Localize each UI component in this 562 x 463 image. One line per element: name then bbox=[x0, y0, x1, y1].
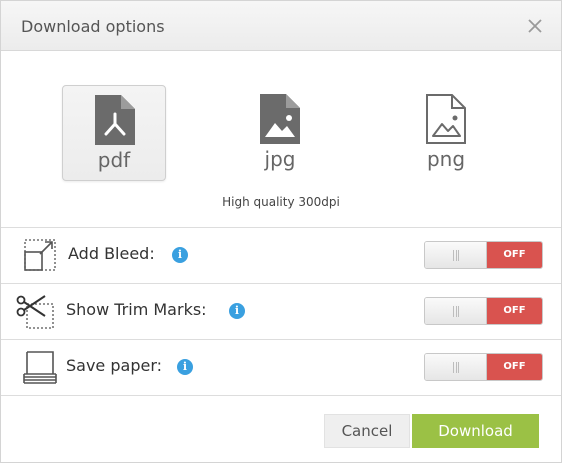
cancel-button[interactable]: Cancel bbox=[324, 414, 410, 448]
toggle-off-label: OFF bbox=[487, 298, 542, 324]
toggle-off-label: OFF bbox=[487, 242, 542, 268]
quality-note: High quality 300dpi bbox=[222, 195, 340, 209]
save-paper-toggle[interactable]: OFF bbox=[424, 353, 543, 381]
download-button[interactable]: Download bbox=[412, 414, 539, 448]
toggle-knob bbox=[425, 242, 487, 268]
info-icon[interactable]: i bbox=[172, 247, 188, 263]
toggle-off-label: OFF bbox=[487, 354, 542, 380]
dialog-header: Download options bbox=[1, 1, 561, 51]
format-jpg-button[interactable]: jpg bbox=[228, 85, 332, 181]
format-png-button[interactable]: png bbox=[394, 85, 498, 181]
scissors-trim-icon bbox=[15, 292, 57, 334]
info-icon[interactable]: i bbox=[177, 359, 193, 375]
format-selector: pdf jpg png High quality 300dpi bbox=[1, 52, 561, 227]
option-save-paper: Save paper: i OFF bbox=[1, 339, 561, 395]
save-paper-label: Save paper: bbox=[66, 356, 163, 375]
add-bleed-label: Add Bleed: bbox=[68, 244, 155, 263]
add-bleed-toggle[interactable]: OFF bbox=[424, 241, 543, 269]
info-icon[interactable]: i bbox=[229, 303, 245, 319]
show-trim-marks-label: Show Trim Marks: bbox=[66, 300, 207, 319]
paper-stack-icon bbox=[21, 348, 59, 390]
option-add-bleed: Add Bleed: i OFF bbox=[1, 227, 561, 283]
option-show-trim-marks: Show Trim Marks: i OFF bbox=[1, 283, 561, 339]
download-options-dialog: Download options pdf jpg png High qualit… bbox=[0, 0, 562, 463]
bleed-icon bbox=[23, 236, 57, 276]
image-file-outline-icon bbox=[426, 94, 466, 144]
show-trim-marks-toggle[interactable]: OFF bbox=[424, 297, 543, 325]
format-png-label: png bbox=[426, 147, 466, 171]
pdf-file-icon bbox=[95, 95, 135, 145]
format-jpg-label: jpg bbox=[264, 147, 296, 171]
toggle-knob bbox=[425, 298, 487, 324]
format-pdf-button[interactable]: pdf bbox=[62, 85, 166, 181]
dialog-footer: Cancel Download bbox=[1, 395, 561, 462]
toggle-knob bbox=[425, 354, 487, 380]
close-icon[interactable] bbox=[523, 14, 547, 38]
image-file-icon bbox=[260, 94, 300, 144]
format-pdf-label: pdf bbox=[97, 148, 131, 172]
dialog-title: Download options bbox=[21, 17, 165, 36]
